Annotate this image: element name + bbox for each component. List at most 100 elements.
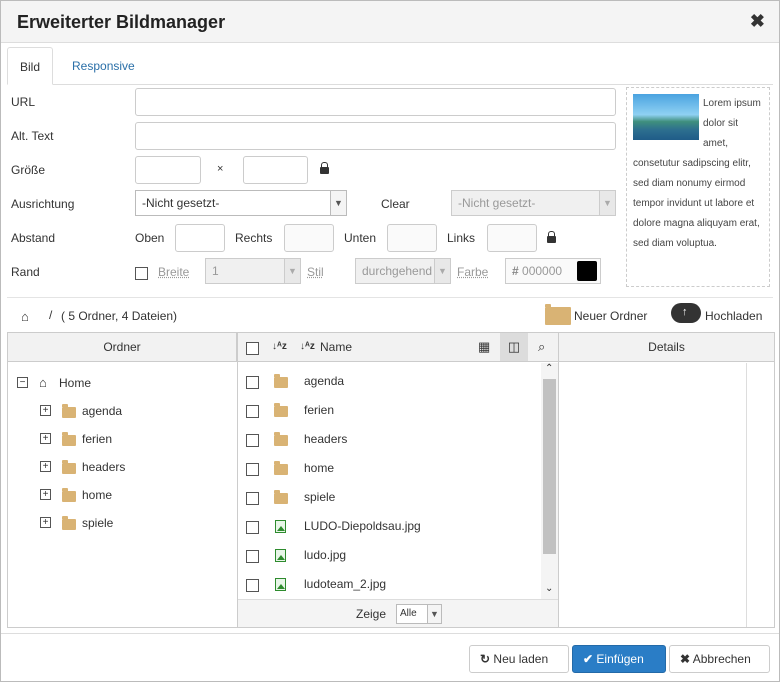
hash-icon: # (512, 264, 519, 278)
file-checkbox[interactable] (246, 463, 259, 476)
clear-label: Clear (381, 197, 410, 211)
select-all-checkbox[interactable] (246, 342, 259, 355)
lock-icon[interactable] (320, 162, 329, 174)
align-select-value: -Nicht gesetzt- (142, 196, 220, 210)
margin-left-input[interactable] (487, 224, 537, 252)
upload-button[interactable]: ↑ Hochladen (671, 300, 771, 326)
file-checkbox[interactable] (246, 405, 259, 418)
file-item[interactable]: LUDO-Diepoldsau.jpg (304, 519, 421, 533)
border-style-select[interactable]: durchgehend ▼ (355, 258, 451, 284)
insert-button[interactable]: ✔ Einfügen (572, 645, 666, 673)
show-select[interactable]: Alle ▼ (396, 604, 442, 624)
scrollbar-thumb[interactable] (543, 379, 556, 554)
margin-bottom-input[interactable] (387, 224, 437, 252)
border-width-select[interactable]: 1 ▼ (205, 258, 301, 284)
border-style-value: durchgehend (362, 264, 433, 278)
border-width-label: Breite (158, 265, 190, 279)
tab-bar: Bild Responsive (7, 47, 773, 85)
tab-responsive[interactable]: Responsive (60, 47, 147, 85)
tree-item[interactable]: ferien (82, 432, 112, 446)
image-file-icon (275, 520, 286, 533)
border-color-input[interactable]: # 000000 (505, 258, 601, 284)
image-file-icon (275, 549, 286, 562)
name-column-header[interactable]: Name (320, 333, 352, 361)
expand-icon[interactable]: + (40, 433, 51, 444)
file-item[interactable]: ferien (304, 403, 334, 417)
spacing-label: Abstand (11, 231, 56, 245)
cancel-label: Abbrechen (692, 652, 751, 666)
chevron-down-icon: ▼ (434, 259, 450, 283)
file-item[interactable]: ludo.jpg (304, 548, 346, 562)
file-item[interactable]: headers (304, 432, 347, 446)
file-list-header: ↓ᴬz ↓ᴬz Name ▦ ◫ ⌕ (238, 333, 559, 362)
border-style-label: Stil (307, 265, 324, 279)
file-checkbox[interactable] (246, 550, 259, 563)
file-checkbox[interactable] (246, 492, 259, 505)
folder-icon (545, 304, 571, 325)
file-item[interactable]: spiele (304, 490, 335, 504)
tree-header: Ordner (8, 333, 237, 362)
close-icon[interactable]: ✖ (750, 11, 765, 32)
folder-icon (62, 460, 76, 474)
width-input[interactable] (135, 156, 201, 184)
folder-icon (274, 432, 288, 446)
tree-item[interactable]: headers (82, 460, 125, 474)
margin-top-input[interactable] (175, 224, 225, 252)
tree-item[interactable]: home (82, 488, 112, 502)
alt-text-label: Alt. Text (11, 129, 54, 143)
file-checkbox[interactable] (246, 376, 259, 389)
file-item[interactable]: home (304, 461, 334, 475)
list-view-icon[interactable]: ◫ (500, 333, 528, 361)
divider (558, 333, 559, 627)
chevron-up-icon[interactable]: ⌃ (545, 363, 553, 374)
border-color-value: 000000 (522, 264, 563, 278)
divider (746, 363, 747, 627)
sort-az-icon[interactable]: ↓ᴬz (300, 333, 315, 361)
url-label: URL (11, 95, 36, 109)
color-swatch[interactable] (577, 261, 597, 281)
expand-icon[interactable]: + (40, 489, 51, 500)
folder-icon (274, 403, 288, 417)
preview-thumbnail (633, 94, 699, 140)
expand-icon[interactable]: + (40, 461, 51, 472)
margin-right-input[interactable] (284, 224, 334, 252)
tree-root-label[interactable]: Home (59, 376, 91, 390)
check-icon: ✔ (583, 652, 594, 666)
alt-text-input[interactable] (135, 122, 616, 150)
dialog-header: Erweiterter Bildmanager ✖ (1, 1, 779, 43)
breadcrumb-separator: / (49, 308, 53, 322)
clear-select[interactable]: -Nicht gesetzt- ▼ (451, 190, 616, 216)
left-label: Links (447, 231, 476, 245)
home-icon[interactable]: ⌂ (21, 309, 29, 324)
tree-item[interactable]: spiele (82, 516, 113, 530)
chevron-down-icon[interactable]: ⌄ (545, 583, 553, 594)
expand-icon[interactable]: + (40, 517, 51, 528)
folder-icon (274, 461, 288, 475)
border-checkbox[interactable] (135, 267, 148, 280)
cancel-button[interactable]: ✖ Abbrechen (669, 645, 770, 673)
file-checkbox[interactable] (246, 434, 259, 447)
folder-icon (62, 404, 76, 418)
file-checkbox[interactable] (246, 521, 259, 534)
scrollbar[interactable]: ⌃ ⌄ (541, 363, 558, 599)
file-item[interactable]: agenda (304, 374, 344, 388)
tab-image[interactable]: Bild (7, 47, 54, 85)
reload-button[interactable]: ↻ Neu laden (469, 645, 569, 673)
tree-item[interactable]: agenda (82, 404, 122, 418)
file-item[interactable]: ludoteam_2.jpg (304, 577, 386, 591)
expand-icon[interactable]: + (40, 405, 51, 416)
height-input[interactable] (243, 156, 308, 184)
collapse-icon[interactable]: − (17, 377, 28, 388)
file-checkbox[interactable] (246, 579, 259, 592)
sort-az-icon[interactable]: ↓ᴬz (272, 333, 287, 361)
grid-view-icon[interactable]: ▦ (478, 333, 490, 361)
new-folder-button[interactable]: Neuer Ordner (544, 302, 654, 326)
url-input[interactable] (135, 88, 616, 116)
home-icon: ⌂ (39, 375, 47, 390)
top-label: Oben (135, 231, 165, 245)
cloud-upload-icon: ↑ (671, 303, 701, 323)
search-icon[interactable]: ⌕ (538, 333, 545, 361)
lock-icon[interactable] (547, 231, 556, 243)
align-select[interactable]: -Nicht gesetzt- ▼ (135, 190, 347, 216)
size-label: Größe (11, 163, 46, 177)
